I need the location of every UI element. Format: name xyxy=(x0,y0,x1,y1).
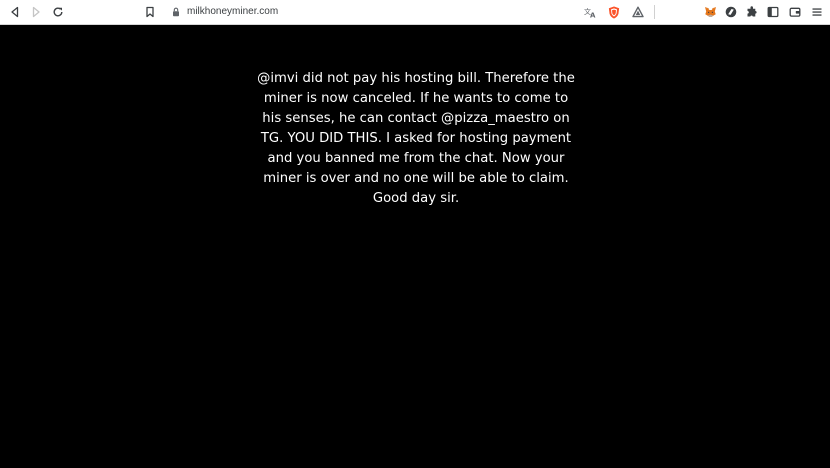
translate-icon[interactable]: 文 A xyxy=(582,4,598,20)
lock-icon[interactable] xyxy=(170,4,182,20)
cancellation-message: @imvi did not pay his hosting bill. Ther… xyxy=(257,71,575,206)
metamask-fox-icon[interactable] xyxy=(702,4,718,20)
menu-icon[interactable] xyxy=(809,4,825,20)
wallet-icon[interactable] xyxy=(787,4,803,20)
browser-toolbar: milkhoneyminer.com 文 A xyxy=(0,0,830,25)
svg-text:A: A xyxy=(590,12,596,19)
brave-shield-icon[interactable] xyxy=(606,4,622,20)
back-arrow-icon[interactable] xyxy=(7,4,23,20)
circle-extension-icon[interactable] xyxy=(723,4,739,20)
forward-arrow-icon[interactable] xyxy=(28,4,44,20)
bookmark-icon[interactable] xyxy=(142,4,158,20)
puzzle-extensions-icon[interactable] xyxy=(744,4,760,20)
toolbar-separator xyxy=(654,5,655,19)
address-bar-url[interactable]: milkhoneyminer.com xyxy=(187,6,278,18)
reload-icon[interactable] xyxy=(50,4,66,20)
page-content: @imvi did not pay his hosting bill. Ther… xyxy=(0,25,830,468)
brave-rewards-icon[interactable] xyxy=(630,4,646,20)
sidebar-icon[interactable] xyxy=(765,4,781,20)
